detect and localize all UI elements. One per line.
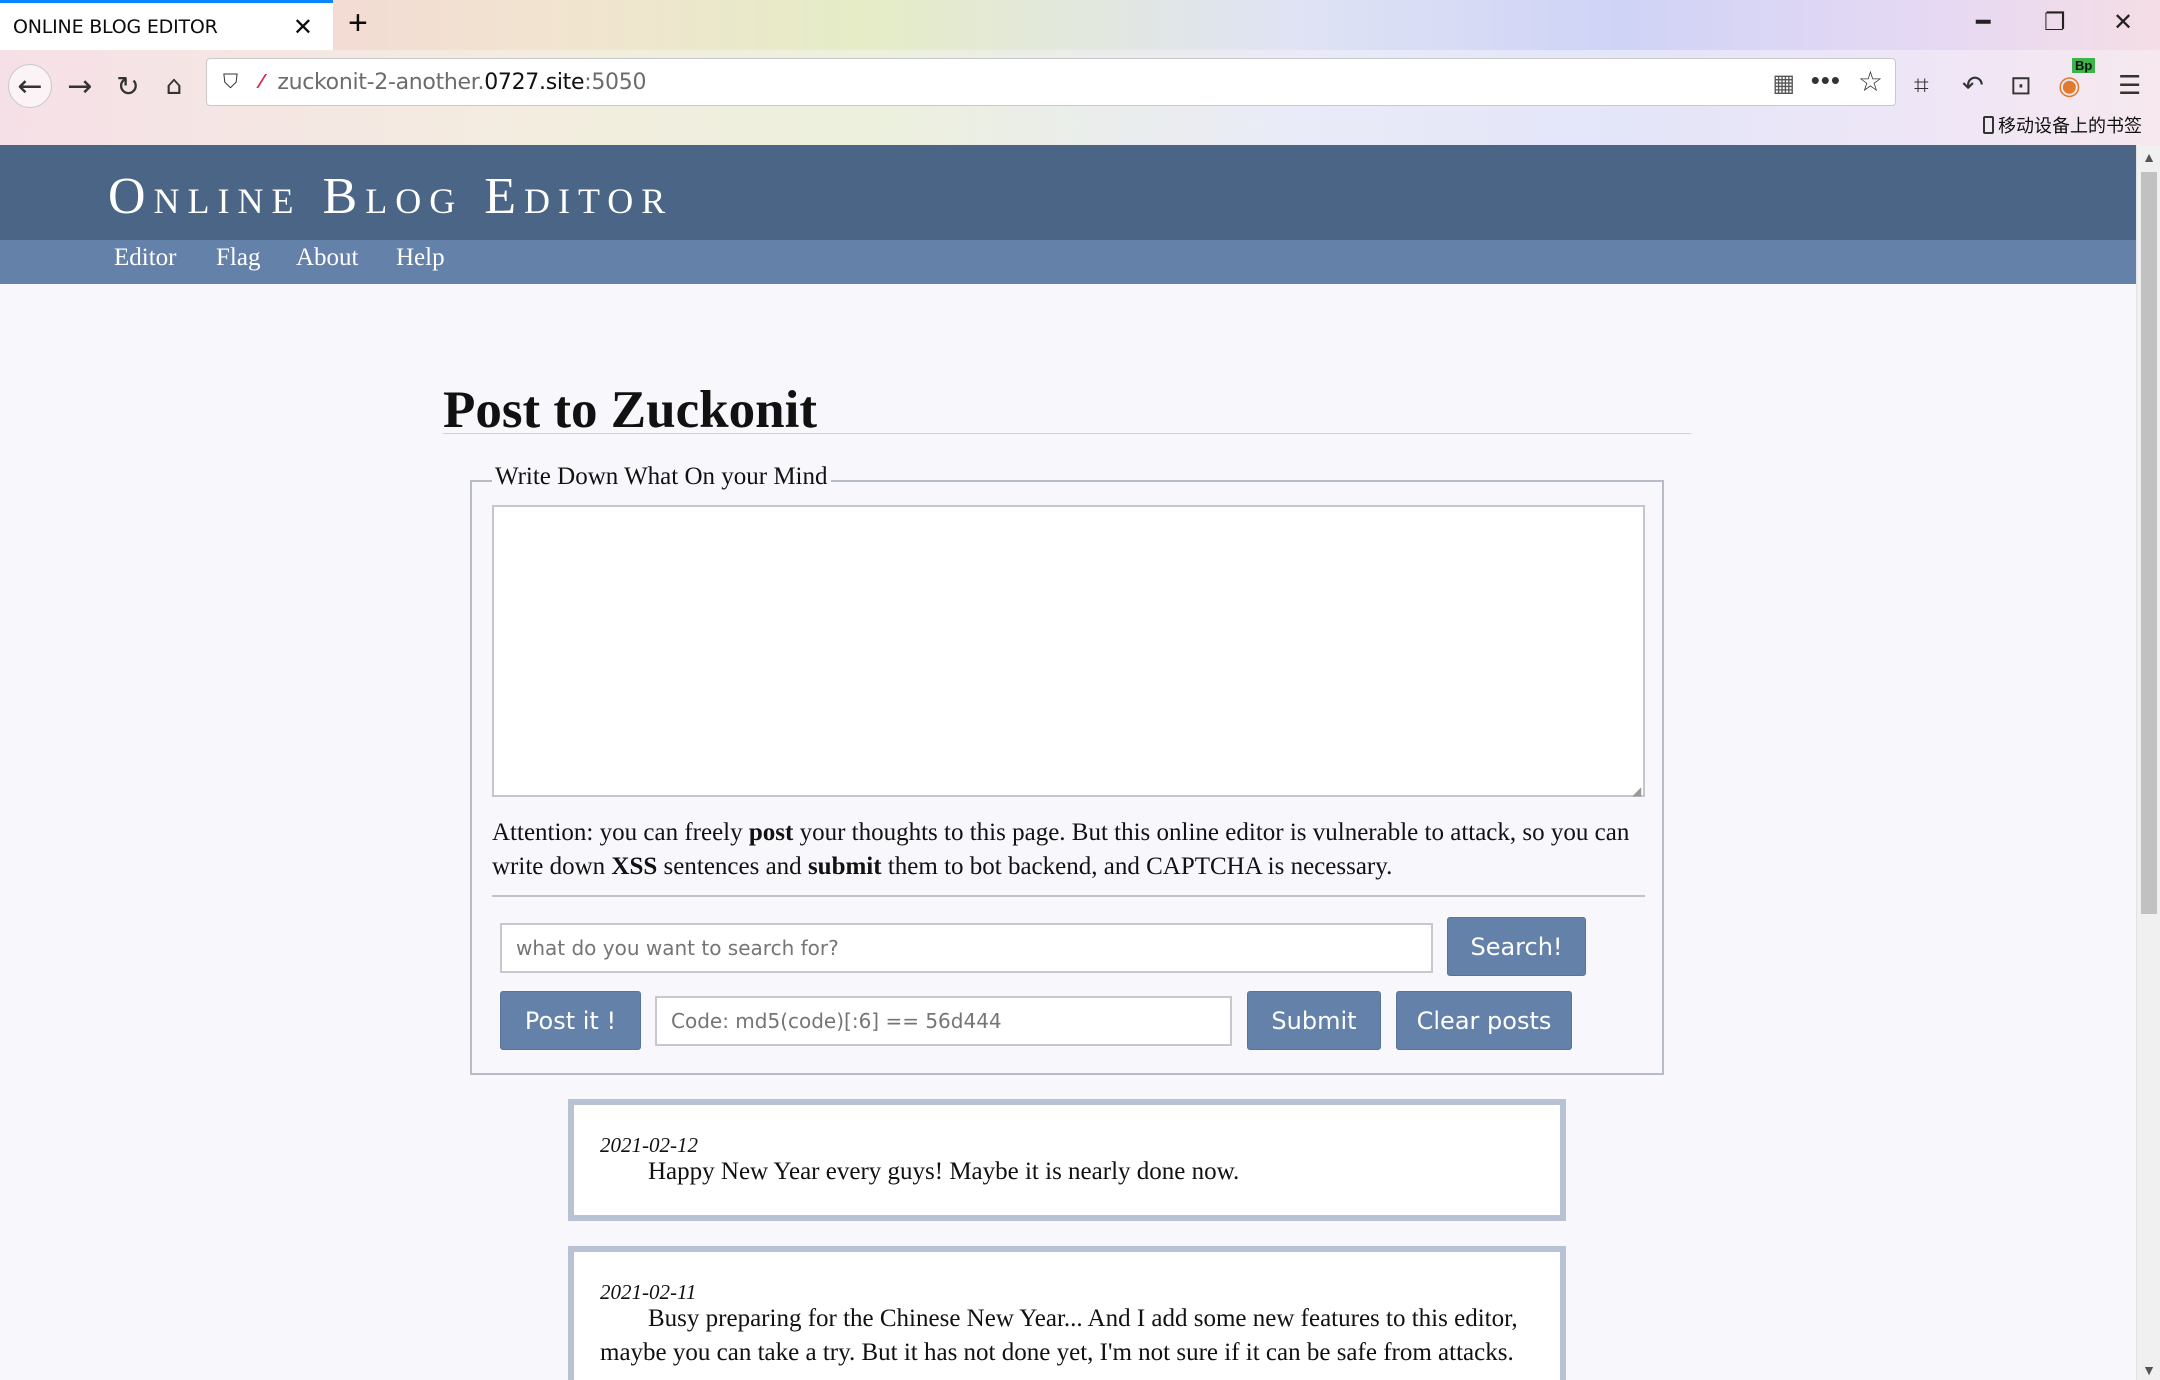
- bookmark-star-icon[interactable]: ☆: [1858, 65, 1883, 98]
- page-title: Post to Zuckonit: [443, 381, 817, 439]
- new-tab-icon[interactable]: +: [348, 4, 368, 43]
- window-close-icon[interactable]: ✕: [2113, 8, 2133, 37]
- more-icon[interactable]: •••: [1811, 65, 1841, 96]
- burp-icon[interactable]: ◉ Bp: [2058, 58, 2096, 101]
- browser-tab[interactable]: ONLINE BLOG EDITOR ✕: [0, 0, 333, 50]
- resize-grip-icon[interactable]: ◢: [1632, 784, 1641, 798]
- post-card: 2021-02-11 Busy preparing for the Chines…: [568, 1246, 1566, 1380]
- shield-icon[interactable]: ⛉: [223, 71, 238, 94]
- submit-button[interactable]: Submit: [1247, 991, 1381, 1050]
- clear-posts-button[interactable]: Clear posts: [1396, 991, 1572, 1050]
- menu-item-about[interactable]: About: [296, 244, 359, 272]
- mobile-bookmarks-label: 移动设备上的书签: [1998, 116, 2142, 136]
- scroll-up-icon[interactable]: ▲: [2137, 149, 2160, 165]
- menu-item-editor[interactable]: Editor: [114, 244, 177, 272]
- site-menu: Editor Flag About Help: [0, 240, 2136, 284]
- search-input[interactable]: [500, 923, 1433, 973]
- qr-code-icon[interactable]: ▦: [1772, 69, 1795, 98]
- menu-icon[interactable]: ☰: [2118, 70, 2141, 101]
- search-button[interactable]: Search!: [1447, 917, 1586, 976]
- undo-icon[interactable]: ↶: [1962, 70, 1984, 101]
- post-body: Busy preparing for the Chinese New Year.…: [600, 1305, 1518, 1366]
- scroll-down-icon[interactable]: ▼: [2137, 1362, 2160, 1378]
- post-card: 2021-02-12 Happy New Year every guys! Ma…: [568, 1099, 1566, 1221]
- close-icon[interactable]: ✕: [293, 13, 313, 42]
- divider: [492, 895, 1645, 897]
- tab-title: ONLINE BLOG EDITOR: [13, 15, 218, 38]
- divider: [443, 433, 1691, 434]
- screenshot-icon[interactable]: ⌗: [1914, 70, 1929, 102]
- tab-strip: ONLINE BLOG EDITOR ✕ + ━ ❐ ✕: [0, 0, 2160, 50]
- scroll-thumb[interactable]: [2141, 172, 2157, 914]
- post-button[interactable]: Post it !: [500, 991, 641, 1050]
- extension-icon[interactable]: ⊡: [2010, 70, 2032, 101]
- url-bar[interactable]: ⛉ ⁄ zuckonit-2-another.0727.site:5050 ▦ …: [206, 58, 1896, 106]
- post-editor[interactable]: [492, 505, 1645, 797]
- extension-badge: Bp: [2072, 58, 2096, 73]
- back-icon[interactable]: ←: [8, 64, 52, 108]
- attention-text: Attention: you can freely post your thou…: [492, 819, 1630, 880]
- reload-icon[interactable]: ↻: [106, 64, 150, 108]
- post-form: Write Down What On your Mind ◢ Attention…: [470, 463, 1664, 1075]
- site-header: Online Blog Editor: [0, 145, 2136, 240]
- menu-item-flag[interactable]: Flag: [216, 244, 260, 272]
- forward-icon[interactable]: →: [58, 64, 102, 108]
- minimize-icon[interactable]: ━: [1976, 8, 1990, 37]
- captcha-code-input[interactable]: [655, 996, 1232, 1046]
- form-legend: Write Down What On your Mind: [492, 463, 831, 491]
- page-viewport: Online Blog Editor Editor Flag About Hel…: [0, 145, 2136, 1380]
- vertical-scrollbar[interactable]: ▲ ▼: [2136, 145, 2160, 1380]
- url-text[interactable]: zuckonit-2-another.0727.site:5050: [277, 70, 646, 95]
- menu-item-help[interactable]: Help: [396, 244, 445, 272]
- mobile-bookmarks[interactable]: 移动设备上的书签: [1983, 112, 2142, 138]
- site-title: Online Blog Editor: [108, 168, 674, 225]
- home-icon[interactable]: ⌂: [152, 64, 196, 108]
- mobile-icon: [1983, 116, 1994, 134]
- insecure-lock-icon[interactable]: ⁄: [260, 71, 263, 94]
- navigation-toolbar: ← → ↻ ⌂ ⛉ ⁄ zuckonit-2-another.0727.site…: [0, 50, 2160, 145]
- restore-icon[interactable]: ❐: [2044, 8, 2066, 37]
- post-body: Happy New Year every guys! Maybe it is n…: [648, 1158, 1240, 1185]
